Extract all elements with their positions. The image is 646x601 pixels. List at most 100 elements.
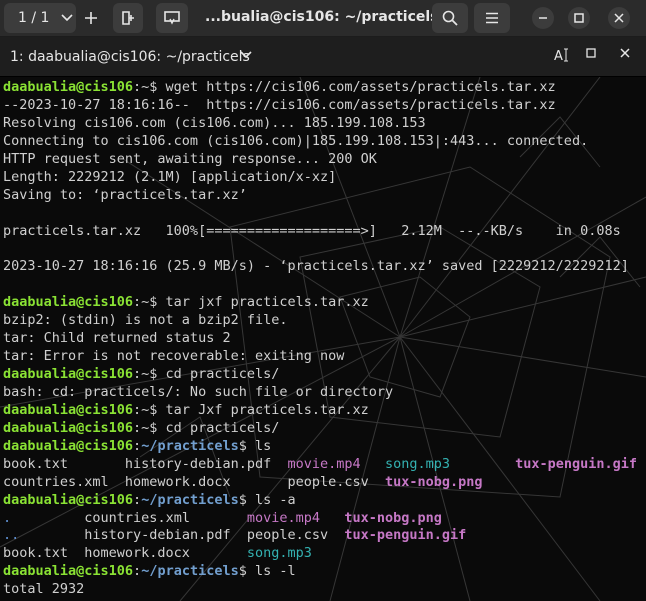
terminal-line: daabualia@cis106:~/practicels$ ls -a <box>3 492 637 510</box>
terminal-line: daabualia@cis106:~/practicels$ ls <box>3 438 637 456</box>
tab-close-icon[interactable] <box>620 47 630 62</box>
plus-icon <box>85 12 97 24</box>
terminal-text: :~$ tar jxf practicels.tar.xz <box>133 294 369 311</box>
terminal-line: countries.xml homework.docx people.csv t… <box>3 474 637 492</box>
terminal-lines: daabualia@cis106:~$ wget https://cis106.… <box>3 79 637 599</box>
terminal-text-png: tux-nobg.png <box>344 509 442 526</box>
terminal-line: HTTP request sent, awaiting response... … <box>3 151 637 169</box>
maximize-button[interactable] <box>568 7 590 29</box>
terminal-text-path: ~/practicels <box>141 437 239 454</box>
terminal-line: bash: cd: practicels/: No such file or d… <box>3 384 637 402</box>
terminal-text: Saving to: ‘practicels.tar.xz’ <box>3 186 247 203</box>
tab-title[interactable]: 1: daabualia@cis106: ~/practicels <box>10 49 250 65</box>
terminal-text: Resolving cis106.com (cis106.com)... 185… <box>3 114 426 131</box>
hamburger-menu-icon <box>486 12 498 24</box>
terminal-text: 2023-10-27 18:16:16 (25.9 MB/s) - ‘pract… <box>3 258 629 275</box>
terminal-line: 2023-10-27 18:16:16 (25.9 MB/s) - ‘pract… <box>3 258 637 276</box>
close-icon <box>614 13 624 23</box>
terminal-line: daabualia@cis106:~$ cd practicels/ <box>3 420 637 438</box>
terminal-text-mp4: movie.mp4 <box>246 509 320 526</box>
svg-text:A: A <box>554 49 563 63</box>
terminal-text: $ ls -a <box>238 491 296 508</box>
terminal-text-user: daabualia@cis106 <box>3 563 134 580</box>
minimize-icon <box>539 17 547 19</box>
new-window-button[interactable] <box>113 3 143 33</box>
terminal-text-cyan: song.mp3 <box>246 545 312 562</box>
terminal-line: Length: 2229212 (2.1M) [application/x-xz… <box>3 169 637 187</box>
new-window-icon <box>122 11 134 25</box>
terminal-text-mp4: movie.mp4 <box>287 455 361 472</box>
terminal-text-gif: tux-penguin.gif <box>515 455 638 472</box>
menu-button[interactable] <box>474 3 510 33</box>
terminal-line: daabualia@cis106:~$ wget https://cis106.… <box>3 79 637 97</box>
terminal-line: total 2932 <box>3 581 637 599</box>
terminal-text: tar: Child returned status 2 <box>3 330 231 347</box>
terminal-text: : <box>133 437 142 454</box>
terminal-line: book.txt history-debian.pdf movie.mp4 so… <box>3 456 637 474</box>
tab-maximize-icon[interactable] <box>586 47 596 62</box>
tab-bar: 1: daabualia@cis106: ~/practicels A <box>0 37 646 77</box>
minimize-button[interactable] <box>532 7 554 29</box>
terminal-text: $ ls <box>238 437 272 454</box>
close-window-button[interactable] <box>608 7 630 29</box>
terminal-text-user: daabualia@cis106 <box>3 491 134 508</box>
terminal-text-gif: tux-penguin.gif <box>344 527 467 544</box>
terminal-text-blue: .. <box>3 527 20 544</box>
terminal-text: bzip2: (stdin) is not a bzip2 file. <box>3 312 288 329</box>
maximize-icon <box>574 13 584 23</box>
title-edit-icon[interactable]: A <box>554 47 570 67</box>
terminal-text: :~$ tar Jxf practicels.tar.xz <box>133 401 369 418</box>
terminal-text: tar: Error is not recoverable: exiting n… <box>3 348 345 365</box>
terminal-text-user: daabualia@cis106 <box>3 366 134 382</box>
terminal-text-user: daabualia@cis106 <box>3 294 134 311</box>
tab-chevron-down-icon[interactable] <box>240 51 252 59</box>
terminal-text: history-debian.pdf people.csv <box>19 527 345 544</box>
title-bar: 1 / 1 ...bualia@cis106: ~/practicels <box>0 0 646 37</box>
tab-switcher-button[interactable]: 1 / 1 <box>4 3 76 33</box>
terminal-text-user: daabualia@cis106 <box>3 437 134 454</box>
tab-counter-label: 1 / 1 <box>18 10 50 26</box>
terminal-line: tar: Child returned status 2 <box>3 330 637 348</box>
terminal-text-user: daabualia@cis106 <box>3 401 134 418</box>
terminal-text: :~$ cd practicels/ <box>133 419 280 436</box>
terminal-line: practicels.tar.xz 100%[=================… <box>3 223 637 241</box>
terminal-text: $ ls -l <box>238 563 296 580</box>
terminal-text-path: ~/practicels <box>141 563 239 580</box>
terminal-output[interactable]: daabualia@cis106:~$ wget https://cis106.… <box>0 77 646 601</box>
terminal-text: :~$ wget https://cis106.com/assets/pract… <box>133 79 556 95</box>
terminal-text: Connecting to cis106.com (cis106.com)|18… <box>3 132 589 149</box>
terminal-line: daabualia@cis106:~/practicels$ ls -l <box>3 563 637 581</box>
terminal-text: total 2932 <box>3 581 85 598</box>
terminal-text: : <box>133 563 142 580</box>
terminal-text-user: daabualia@cis106 <box>3 419 134 436</box>
terminal-line: daabualia@cis106:~$ tar jxf practicels.t… <box>3 294 637 312</box>
terminal-line: daabualia@cis106:~$ cd practicels/ <box>3 366 637 384</box>
search-icon <box>442 10 458 26</box>
terminal-line: tar: Error is not recoverable: exiting n… <box>3 348 637 366</box>
new-tab-button[interactable] <box>78 3 104 33</box>
terminal-text: : <box>133 491 142 508</box>
terminal-text-blue: . <box>3 509 12 526</box>
terminal-text: :~$ cd practicels/ <box>133 366 280 382</box>
terminal-text: countries.xml <box>11 509 247 526</box>
search-button[interactable] <box>432 3 468 33</box>
terminal-line: .. history-debian.pdf people.csv tux-pen… <box>3 527 637 545</box>
terminal-line: . countries.xml movie.mp4 tux-nobg.png <box>3 510 637 528</box>
terminal-text-user: daabualia@cis106 <box>3 79 134 95</box>
terminal-text: book.txt homework.docx <box>3 545 247 562</box>
terminal-text: --2023-10-27 18:16:16-- https://cis106.c… <box>3 96 556 113</box>
terminal-text: bash: cd: practicels/: No such file or d… <box>3 383 394 400</box>
terminal-text-png: tux-nobg.png <box>385 473 483 490</box>
chevron-down-icon <box>61 14 74 22</box>
terminal-text: Length: 2229212 (2.1M) [application/x-xz… <box>3 168 337 185</box>
terminal-line: bzip2: (stdin) is not a bzip2 file. <box>3 312 637 330</box>
terminal-text: book.txt history-debian.pdf <box>3 455 288 472</box>
terminal-line: Resolving cis106.com (cis106.com)... 185… <box>3 115 637 133</box>
terminal-text: countries.xml homework.docx people.csv <box>3 473 386 490</box>
select-session-button[interactable] <box>156 3 188 33</box>
terminal-text-cyan: song.mp3 <box>385 455 451 472</box>
